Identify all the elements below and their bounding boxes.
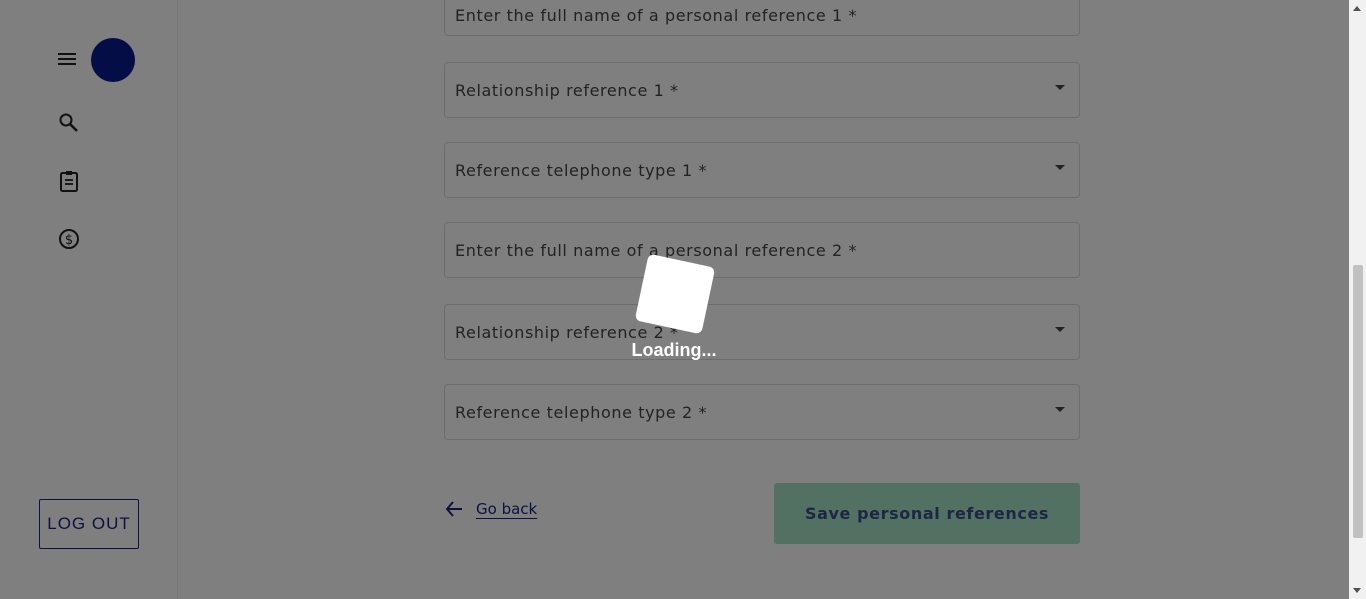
- scroll-down-arrow-icon[interactable]: [1353, 588, 1361, 593]
- loading-text: Loading...: [631, 340, 717, 360]
- scroll-thumb[interactable]: [1353, 265, 1363, 538]
- scroll-up-arrow-icon[interactable]: [1353, 6, 1361, 11]
- loading-spinner: [634, 253, 716, 335]
- scrollbar[interactable]: [1349, 0, 1366, 599]
- loading-overlay: Loading...: [0, 0, 1349, 599]
